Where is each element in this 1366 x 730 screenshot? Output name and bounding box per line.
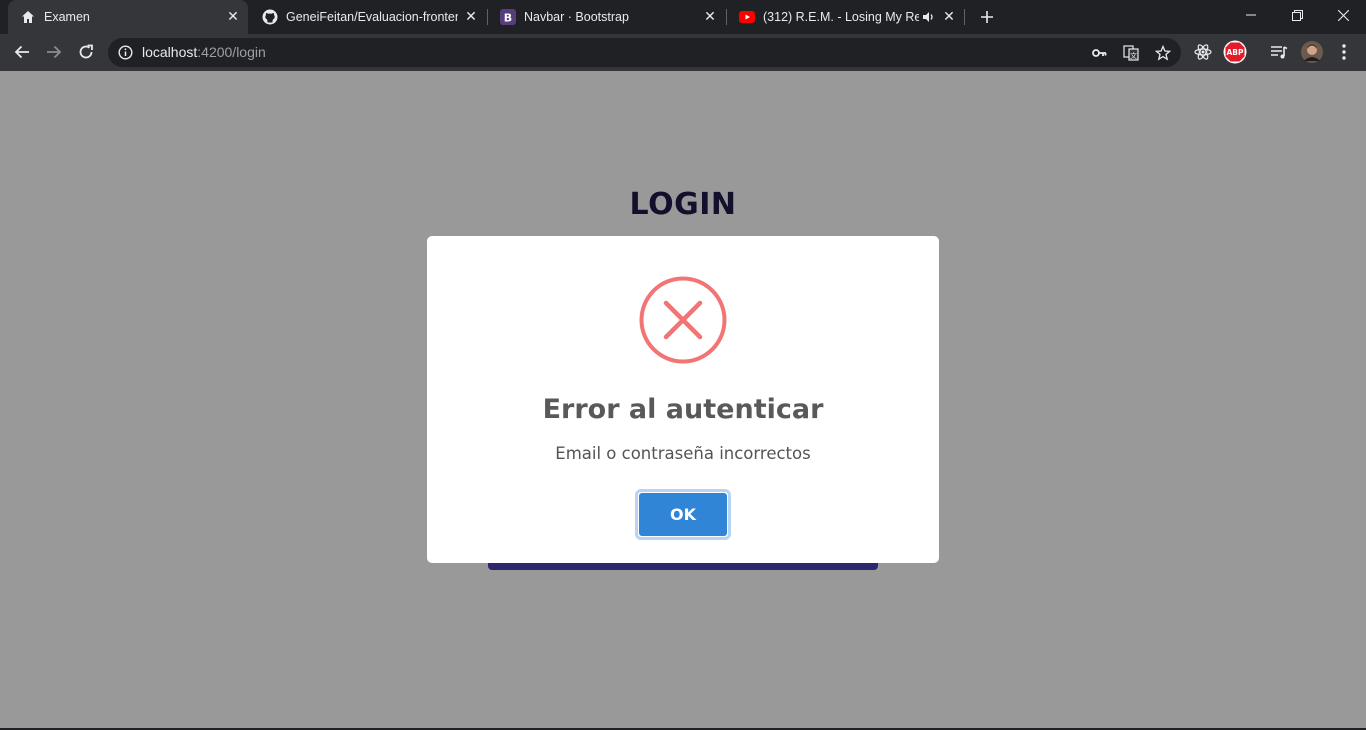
minimize-button[interactable] — [1228, 0, 1274, 30]
tab-title: GeneiFeitan/Evaluacion-frontend — [286, 10, 458, 24]
key-icon[interactable] — [1090, 44, 1108, 62]
url-path: :4200/login — [197, 44, 266, 60]
svg-text:ABP: ABP — [1226, 48, 1244, 57]
media-control-icon[interactable] — [1267, 40, 1291, 64]
star-icon[interactable] — [1154, 44, 1172, 62]
close-window-button[interactable] — [1320, 0, 1366, 30]
close-icon[interactable]: ✕ — [701, 8, 719, 26]
bootstrap-icon: B — [500, 9, 516, 25]
translate-icon[interactable]: 文 — [1122, 44, 1140, 62]
tab-examen[interactable]: Examen ✕ — [8, 0, 248, 34]
tab-youtube[interactable]: (312) R.E.M. - Losing My Relic ✕ — [727, 0, 963, 34]
modal-title: Error al autenticar — [542, 394, 824, 425]
home-icon — [20, 9, 36, 25]
tab-strip: Examen ✕ GeneiFeitan/Evaluacion-frontend… — [0, 0, 1366, 34]
forward-button[interactable] — [41, 39, 67, 65]
reload-button[interactable] — [73, 39, 99, 65]
github-icon — [262, 9, 278, 25]
youtube-icon — [739, 9, 755, 25]
react-devtools-icon[interactable] — [1191, 40, 1215, 64]
profile-avatar[interactable] — [1300, 40, 1324, 64]
adblock-icon[interactable]: ABP — [1223, 40, 1247, 64]
ok-button-label: OK — [639, 493, 727, 536]
tab-separator — [964, 9, 965, 25]
close-icon[interactable]: ✕ — [940, 8, 958, 26]
tab-github[interactable]: GeneiFeitan/Evaluacion-frontend ✕ — [250, 0, 484, 34]
tab-title: Examen — [44, 10, 90, 24]
svg-text:B: B — [504, 12, 512, 25]
close-icon[interactable]: ✕ — [224, 8, 242, 26]
svg-text:文: 文 — [1130, 51, 1137, 60]
back-button[interactable] — [9, 39, 35, 65]
url-text: localhost:4200/login — [142, 44, 266, 60]
tab-title: (312) R.E.M. - Losing My Relic — [763, 10, 919, 24]
ok-button[interactable]: OK — [635, 489, 731, 540]
url-host: localhost — [142, 44, 198, 60]
info-icon[interactable] — [118, 45, 133, 60]
browser-toolbar: localhost:4200/login 文 ABP — [0, 34, 1366, 71]
tab-title: Navbar · Bootstrap — [524, 10, 629, 24]
restore-button[interactable] — [1274, 0, 1320, 30]
close-icon[interactable]: ✕ — [462, 8, 480, 26]
error-x-icon — [638, 275, 728, 365]
error-modal: Error al autenticar Email o contraseña i… — [427, 236, 939, 563]
audio-playing-icon[interactable] — [922, 10, 936, 24]
address-bar[interactable]: localhost:4200/login 文 — [108, 38, 1181, 67]
page-viewport: LOGIN Error al autenticar Email o contra… — [0, 71, 1366, 728]
new-tab-button[interactable] — [976, 6, 998, 28]
tab-bootstrap[interactable]: B Navbar · Bootstrap ✕ — [488, 0, 724, 34]
modal-message: Email o contraseña incorrectos — [555, 444, 811, 463]
menu-icon[interactable] — [1332, 40, 1356, 64]
